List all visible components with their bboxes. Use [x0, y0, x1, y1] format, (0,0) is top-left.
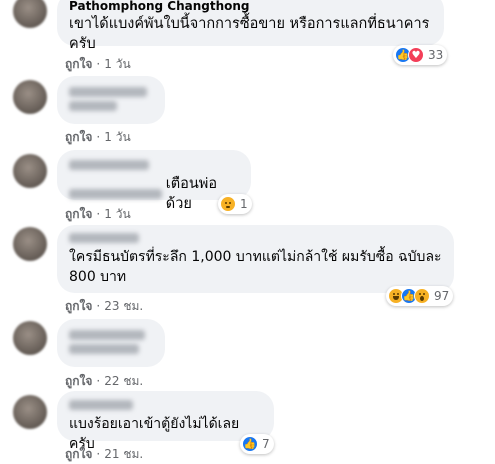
reaction-count: 97	[434, 289, 450, 303]
avatar[interactable]	[13, 80, 47, 114]
separator-dot: ·	[96, 299, 101, 313]
separator-dot: ·	[96, 447, 101, 461]
comment-meta: ถูกใจ · 1 วัน	[65, 205, 131, 224]
like-link[interactable]: ถูกใจ	[65, 207, 92, 221]
blurred-name	[69, 400, 133, 410]
blurred-name	[69, 233, 139, 243]
blurred-text	[69, 344, 139, 354]
avatar[interactable]	[13, 227, 47, 261]
reaction-summary[interactable]: 👍 97	[386, 286, 454, 306]
blurred-text	[69, 101, 117, 111]
separator-dot: ·	[96, 130, 101, 144]
reaction-count: 1	[240, 197, 248, 211]
comment-meta: ถูกใจ · 22 ชม.	[65, 372, 143, 391]
blurred-name	[69, 87, 147, 97]
reaction-count: 33	[428, 48, 444, 62]
reaction-summary[interactable]: 1	[218, 194, 252, 214]
reaction-summary[interactable]: 👍 ♥ 33	[393, 45, 448, 65]
avatar[interactable]	[13, 321, 47, 355]
timestamp[interactable]: 21 ชม.	[104, 447, 143, 461]
separator-dot: ·	[96, 57, 101, 71]
timestamp[interactable]: 23 ชม.	[104, 299, 143, 313]
comment-meta: ถูกใจ · 21 ชม.	[65, 445, 143, 464]
reaction-summary[interactable]: 👍 7	[240, 434, 274, 454]
comment-meta: ถูกใจ · 1 วัน	[65, 128, 131, 147]
timestamp[interactable]: 1 วัน	[104, 130, 130, 144]
like-reaction-icon: 👍	[242, 436, 258, 452]
like-link[interactable]: ถูกใจ	[65, 57, 92, 71]
like-link[interactable]: ถูกใจ	[65, 130, 92, 144]
wow-reaction-icon	[414, 288, 430, 304]
comment-bubble: Pathomphong Changthong เขาได้แบงค์พันใบน…	[57, 0, 444, 52]
comment-text: เขาได้แบงค์พันใบนี้จากการซื้อขาย หรือการ…	[69, 16, 430, 52]
like-link[interactable]: ถูกใจ	[65, 447, 92, 461]
like-link[interactable]: ถูกใจ	[65, 299, 92, 313]
avatar[interactable]	[13, 0, 47, 28]
timestamp[interactable]: 1 วัน	[104, 57, 130, 71]
comment-bubble	[57, 319, 165, 367]
blurred-name	[69, 330, 145, 340]
comment-meta: ถูกใจ · 23 ชม.	[65, 297, 143, 316]
blurred-name	[69, 160, 149, 170]
comment-meta: ถูกใจ · 1 วัน	[65, 55, 131, 74]
reaction-count: 7	[262, 437, 270, 451]
avatar[interactable]	[13, 395, 47, 429]
timestamp[interactable]: 22 ชม.	[104, 374, 143, 388]
timestamp[interactable]: 1 วัน	[104, 207, 130, 221]
commenter-name[interactable]: Pathomphong Changthong	[69, 0, 432, 14]
separator-dot: ·	[96, 374, 101, 388]
comment-text: ใครมีธนบัตรที่ระลึก 1,000 บาทแต่ไม่กล้าใ…	[69, 249, 442, 285]
sad-reaction-icon	[220, 196, 236, 212]
comment-bubble: ใครมีธนบัตรที่ระลึก 1,000 บาทแต่ไม่กล้าใ…	[57, 225, 454, 293]
blurred-text	[69, 189, 162, 199]
comment-bubble: เตือนพ่อด้วย	[57, 150, 251, 212]
love-reaction-icon: ♥	[408, 47, 424, 63]
comment-bubble: แบงร้อยเอาเข้าตู้ยังไม่ได้เลยครับ	[57, 391, 274, 452]
like-link[interactable]: ถูกใจ	[65, 374, 92, 388]
comment-bubble	[57, 76, 165, 124]
separator-dot: ·	[96, 207, 101, 221]
avatar[interactable]	[13, 154, 47, 188]
